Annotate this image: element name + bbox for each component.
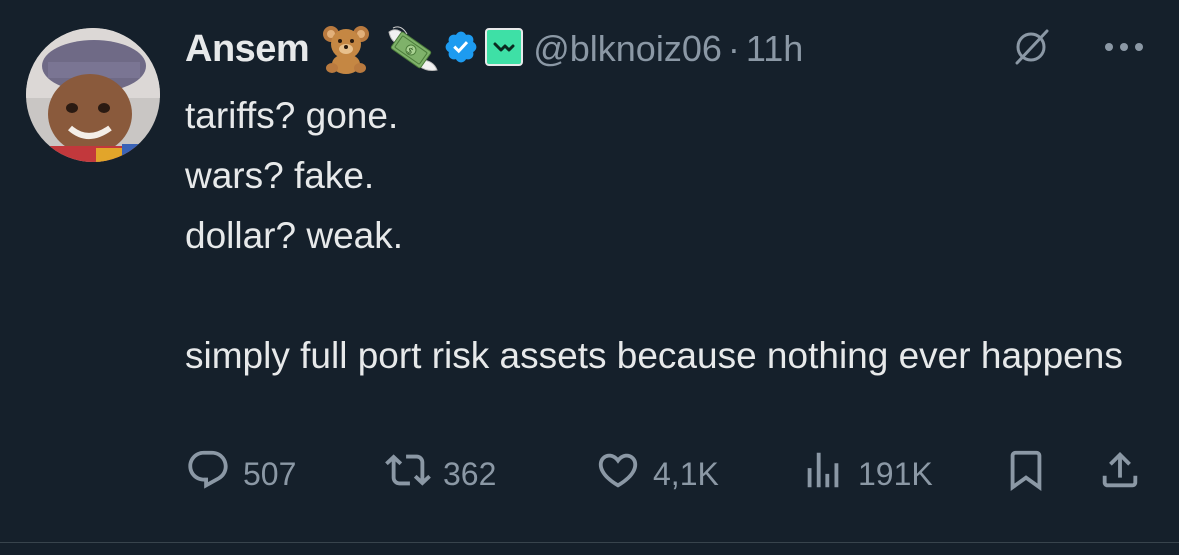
tweet-header: Ansem $ @blknoiz06 · 11h [185, 24, 1145, 74]
grok-icon[interactable] [1009, 25, 1053, 74]
reply-icon [185, 447, 231, 501]
views-button[interactable]: 191K [800, 448, 933, 500]
avatar[interactable] [26, 28, 160, 162]
action-bar: 507 362 4,1K 191K [185, 448, 1145, 500]
avatar-image [26, 28, 160, 162]
more-options-icon[interactable] [1103, 40, 1145, 58]
like-button[interactable]: 4,1K [595, 448, 719, 500]
views-chart-icon [800, 447, 846, 501]
share-icon [1097, 447, 1143, 501]
reply-count: 507 [243, 455, 297, 492]
bookmark-button[interactable] [1003, 448, 1049, 500]
teddy-bear-emoji-icon [319, 24, 373, 74]
tweet-text: tariffs? gone. wars? fake. dollar? weak.… [185, 95, 1123, 376]
author-handle[interactable]: @blknoiz06 [533, 28, 722, 70]
heart-icon [595, 447, 641, 501]
bottom-divider [0, 542, 1179, 543]
money-with-wings-emoji-icon: $ [383, 24, 438, 74]
affiliate-badge-icon[interactable] [485, 27, 524, 71]
like-count: 4,1K [653, 455, 719, 492]
separator-dot: · [727, 28, 740, 69]
repost-icon [385, 447, 431, 501]
repost-count: 362 [443, 455, 497, 492]
repost-button[interactable]: 362 [385, 448, 496, 500]
tweet[interactable]: Ansem $ @blknoiz06 · 11h tariffs? gone. … [0, 0, 1179, 542]
verified-badge-icon[interactable] [443, 29, 479, 70]
tweet-timestamp[interactable]: 11h [746, 28, 803, 70]
reply-button[interactable]: 507 [185, 448, 296, 500]
display-name[interactable]: Ansem [185, 28, 310, 71]
bookmark-icon [1003, 447, 1049, 501]
views-count: 191K [858, 455, 933, 492]
share-button[interactable] [1097, 448, 1143, 500]
header-actions [1009, 24, 1145, 74]
